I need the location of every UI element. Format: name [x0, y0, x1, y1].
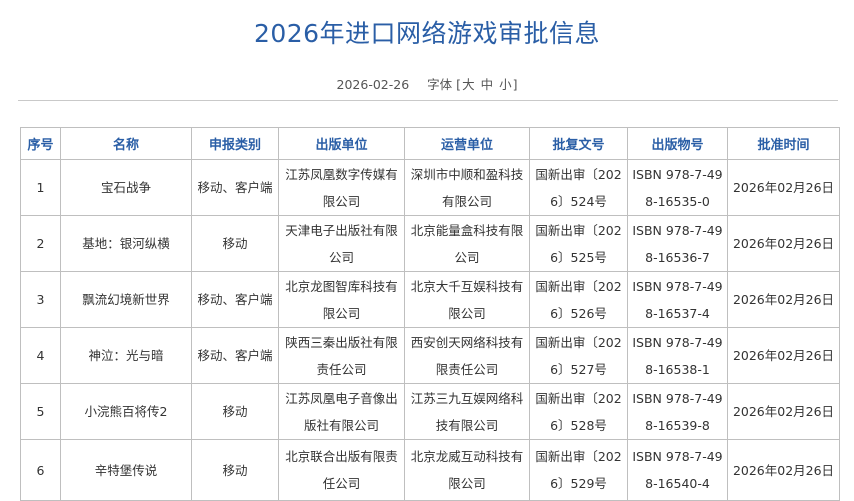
- cell-approval-date: 2026年02月26日: [727, 439, 840, 501]
- cell-approval-date: 2026年02月26日: [727, 327, 840, 384]
- header-name: 名称: [60, 127, 192, 160]
- header-index: 序号: [20, 127, 61, 160]
- cell-category: 移动、客户端: [191, 159, 279, 216]
- cell-publisher: 江苏凤凰数字传媒有限公司: [278, 159, 405, 216]
- table-row: 5 小浣熊百将传2 移动 江苏凤凰电子音像出版社有限公司 江苏三九互娱网络科技有…: [20, 383, 840, 440]
- font-size-small-link[interactable]: 小: [498, 77, 513, 92]
- cell-approval-number: 国新出审〔2026〕529号: [529, 439, 628, 501]
- table-row: 2 基地：银河纵横 移动 天津电子出版社有限公司 北京能量盒科技有限公司 国新出…: [20, 215, 840, 272]
- cell-publisher: 天津电子出版社有限公司: [278, 215, 405, 272]
- header-operator: 运营单位: [404, 127, 530, 160]
- table-row: 6 辛特堡传说 移动 北京联合出版有限责任公司 北京龙威互动科技有限公司 国新出…: [20, 439, 840, 501]
- header-approval-number: 批复文号: [529, 127, 628, 160]
- cell-isbn: ISBN 978-7-498-16538-1: [627, 327, 728, 384]
- cell-publisher: 江苏凤凰电子音像出版社有限公司: [278, 383, 405, 440]
- page-title: 2026年进口网络游戏审批信息: [253, 19, 601, 48]
- cell-approval-number: 国新出审〔2026〕528号: [529, 383, 628, 440]
- cell-category: 移动: [191, 383, 279, 440]
- cell-name: 神泣：光与暗: [60, 327, 192, 384]
- font-size-large-link[interactable]: 大: [461, 77, 476, 92]
- cell-name: 小浣熊百将传2: [60, 383, 192, 440]
- cell-operator: 江苏三九互娱网络科技有限公司: [404, 383, 530, 440]
- header-category: 申报类别: [191, 127, 279, 160]
- cell-index: 6: [20, 439, 61, 501]
- title-divider: [18, 100, 838, 101]
- cell-category: 移动、客户端: [191, 271, 279, 328]
- cell-index: 1: [20, 159, 61, 216]
- cell-name: 宝石战争: [60, 159, 192, 216]
- cell-category: 移动: [191, 439, 279, 501]
- approval-table: 序号 名称 申报类别 出版单位 运营单位 批复文号 出版物号 批准时间 1 宝石…: [20, 127, 840, 501]
- cell-publisher: 北京联合出版有限责任公司: [278, 439, 405, 501]
- meta-row: 2026-02-26 字体 [大 中 小]: [0, 75, 854, 95]
- cell-name: 飘流幻境新世界: [60, 271, 192, 328]
- publish-date: 2026-02-26: [336, 77, 410, 92]
- cell-isbn: ISBN 978-7-498-16537-4: [627, 271, 728, 328]
- cell-index: 5: [20, 383, 61, 440]
- header-approval-date: 批准时间: [727, 127, 840, 160]
- header-isbn: 出版物号: [627, 127, 728, 160]
- table-row: 4 神泣：光与暗 移动、客户端 陕西三秦出版社有限责任公司 西安创天网络科技有限…: [20, 327, 840, 384]
- table-row: 3 飘流幻境新世界 移动、客户端 北京龙图智库科技有限公司 北京大千互娱科技有限…: [20, 271, 840, 328]
- cell-isbn: ISBN 978-7-498-16535-0: [627, 159, 728, 216]
- cell-operator: 北京龙威互动科技有限公司: [404, 439, 530, 501]
- cell-publisher: 北京龙图智库科技有限公司: [278, 271, 405, 328]
- cell-operator: 北京能量盒科技有限公司: [404, 215, 530, 272]
- cell-approval-number: 国新出审〔2026〕526号: [529, 271, 628, 328]
- cell-index: 4: [20, 327, 61, 384]
- header-publisher: 出版单位: [278, 127, 405, 160]
- cell-approval-date: 2026年02月26日: [727, 271, 840, 328]
- cell-index: 3: [20, 271, 61, 328]
- cell-isbn: ISBN 978-7-498-16539-8: [627, 383, 728, 440]
- cell-publisher: 陕西三秦出版社有限责任公司: [278, 327, 405, 384]
- cell-approval-date: 2026年02月26日: [727, 383, 840, 440]
- table-row: 1 宝石战争 移动、客户端 江苏凤凰数字传媒有限公司 深圳市中顺和盈科技有限公司…: [20, 159, 840, 216]
- cell-approval-number: 国新出审〔2026〕527号: [529, 327, 628, 384]
- cell-operator: 西安创天网络科技有限责任公司: [404, 327, 530, 384]
- font-size-medium-link[interactable]: 中: [480, 77, 495, 92]
- cell-operator: 深圳市中顺和盈科技有限公司: [404, 159, 530, 216]
- cell-isbn: ISBN 978-7-498-16540-4: [627, 439, 728, 501]
- font-size-label: 字体: [427, 77, 453, 92]
- font-size-bracket-close: ]: [512, 77, 518, 92]
- cell-category: 移动、客户端: [191, 327, 279, 384]
- cell-approval-date: 2026年02月26日: [727, 215, 840, 272]
- cell-isbn: ISBN 978-7-498-16536-7: [627, 215, 728, 272]
- cell-approval-number: 国新出审〔2026〕524号: [529, 159, 628, 216]
- cell-approval-number: 国新出审〔2026〕525号: [529, 215, 628, 272]
- cell-category: 移动: [191, 215, 279, 272]
- cell-approval-date: 2026年02月26日: [727, 159, 840, 216]
- cell-operator: 北京大千互娱科技有限公司: [404, 271, 530, 328]
- cell-name: 基地：银河纵横: [60, 215, 192, 272]
- cell-name: 辛特堡传说: [60, 439, 192, 501]
- cell-index: 2: [20, 215, 61, 272]
- table-header-row: 序号 名称 申报类别 出版单位 运营单位 批复文号 出版物号 批准时间: [20, 127, 840, 160]
